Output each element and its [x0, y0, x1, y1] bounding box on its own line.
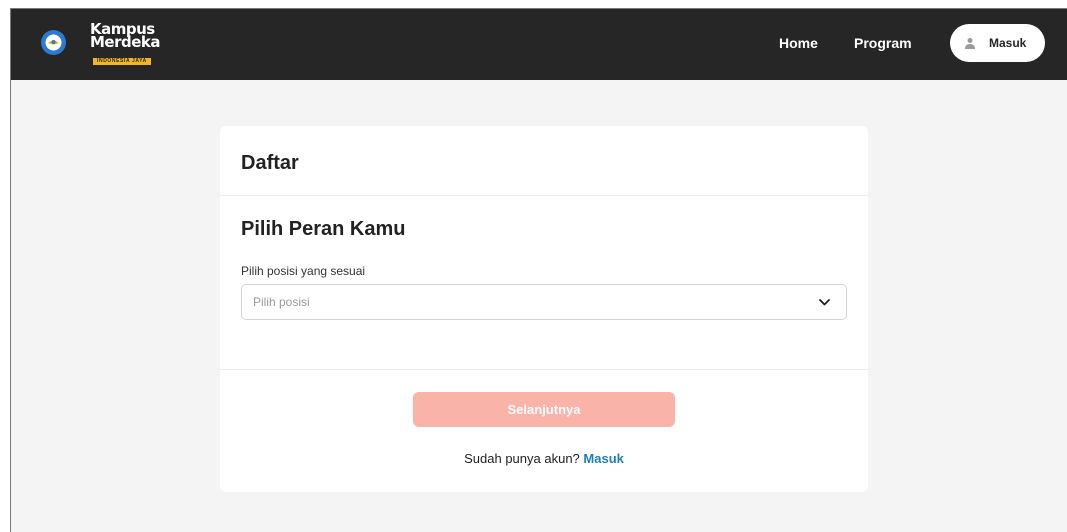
user-icon [965, 38, 975, 49]
chevron-down-icon [819, 298, 830, 305]
card-header: Daftar [220, 126, 868, 196]
nav-home-link[interactable]: Home [779, 35, 818, 51]
login-button[interactable]: Masuk [950, 24, 1045, 62]
next-button[interactable]: Selanjutnya [413, 392, 675, 427]
login-link[interactable]: Masuk [583, 451, 623, 466]
logo-tagline: INDONESIA JAYA [93, 58, 151, 65]
card-footer: Selanjutnya Sudah punya akun? Masuk [220, 392, 868, 466]
nav-program-link[interactable]: Program [854, 35, 912, 51]
position-select[interactable]: Pilih posisi [241, 284, 847, 320]
login-button-label: Masuk [989, 36, 1027, 50]
kampus-merdeka-logo[interactable]: Kampus Merdeka INDONESIA JAYA [90, 22, 170, 65]
card-title: Daftar [241, 152, 299, 174]
role-selection-section: Pilih Peran Kamu Pilih posisi yang sesua… [220, 196, 868, 370]
have-account-text: Sudah punya akun? Masuk [220, 451, 868, 466]
have-account-prompt: Sudah punya akun? [464, 451, 580, 466]
top-navbar: Kampus Merdeka INDONESIA JAYA Home Progr… [11, 9, 1067, 80]
section-title: Pilih Peran Kamu [241, 218, 406, 240]
browser-viewport: Kampus Merdeka INDONESIA JAYA Home Progr… [10, 8, 1067, 532]
position-select-placeholder: Pilih posisi [253, 295, 310, 309]
position-field-label: Pilih posisi yang sesuai [241, 264, 366, 278]
logo-line2: Merdeka [90, 33, 161, 51]
kemendikbud-emblem-icon[interactable] [41, 30, 66, 55]
register-card: Daftar Pilih Peran Kamu Pilih posisi yan… [220, 126, 868, 492]
